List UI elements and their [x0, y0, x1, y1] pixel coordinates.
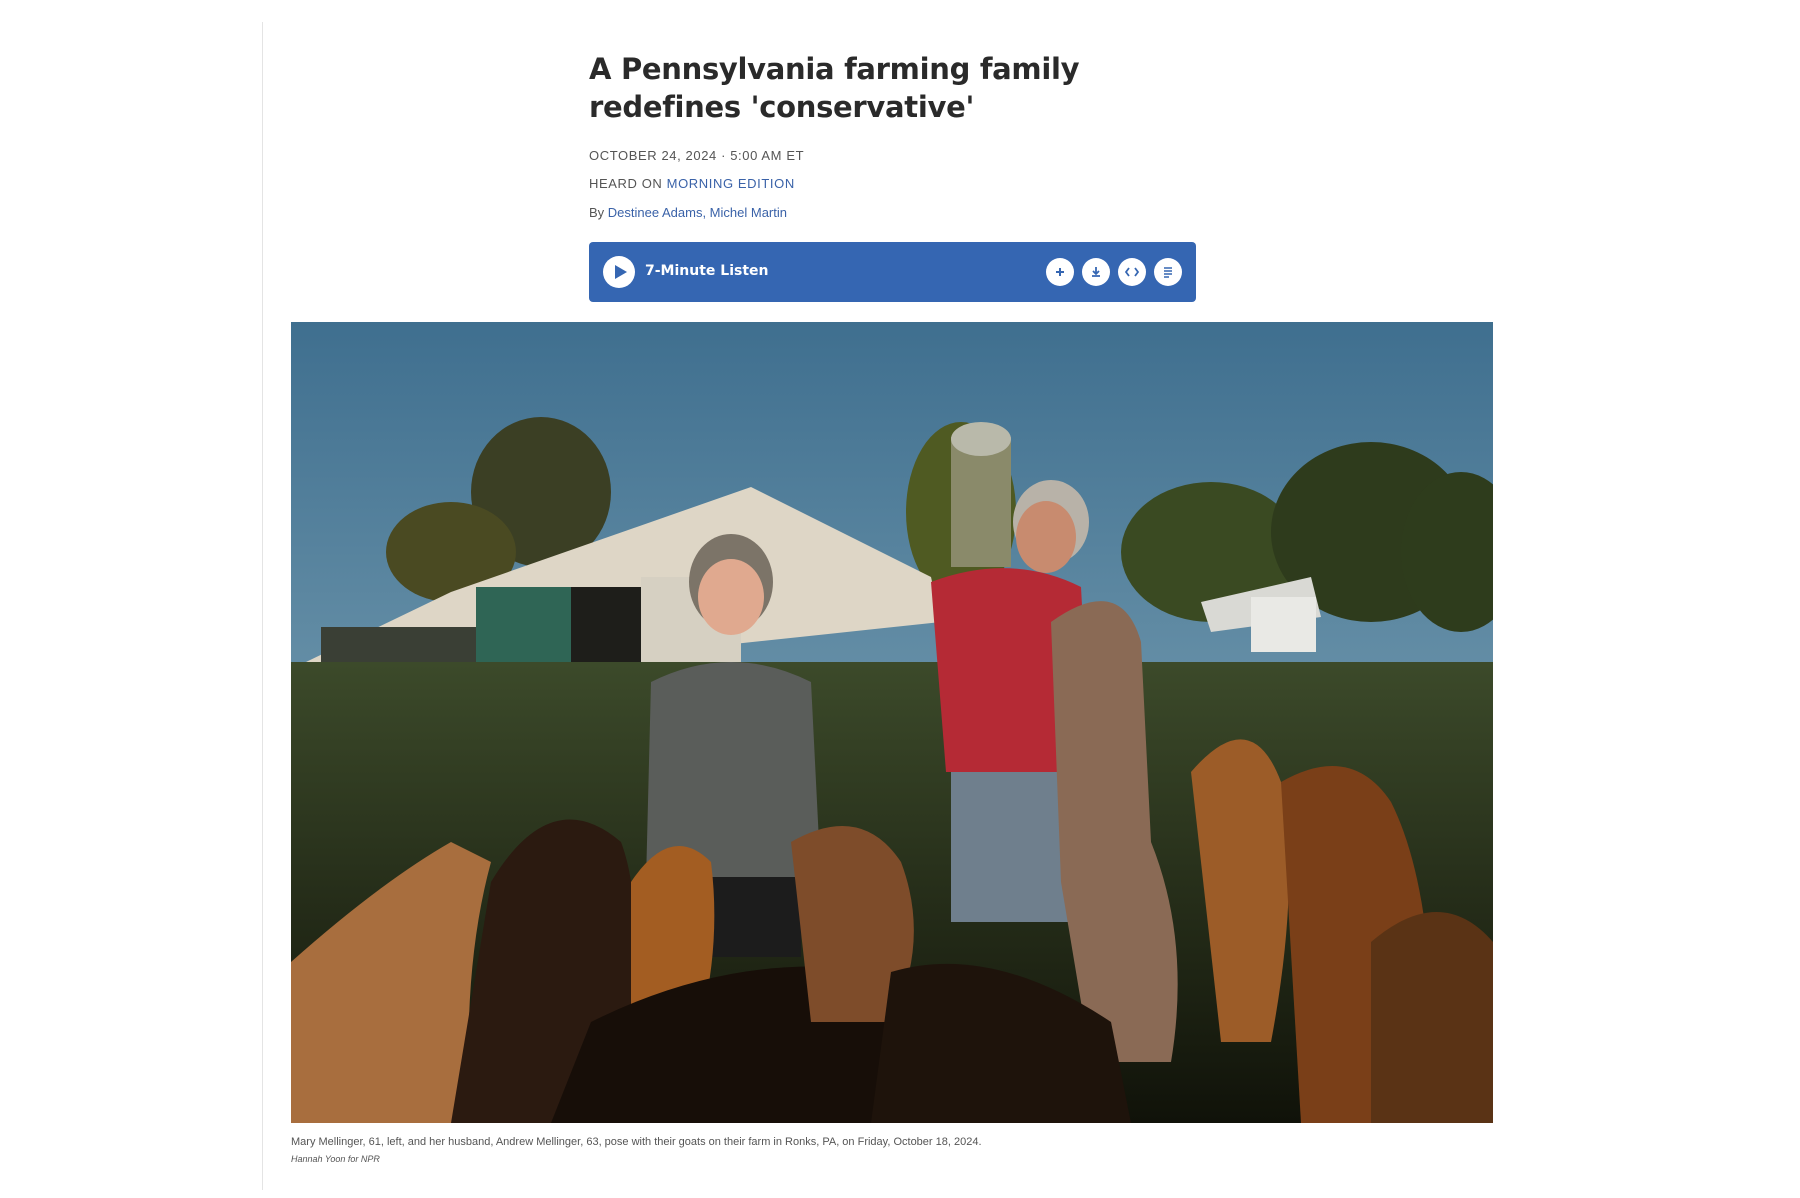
add-icon[interactable]: [1046, 258, 1074, 286]
listen-duration-label: 7-Minute Listen: [645, 263, 769, 279]
byline-label: By: [589, 205, 608, 220]
article-photo: [291, 322, 1493, 1123]
article-dateline: OCTOBER 24, 2024 · 5:00 AM ET: [589, 148, 805, 163]
heard-on-line: HEARD ON MORNING EDITION: [589, 176, 1209, 191]
program-link[interactable]: MORNING EDITION: [667, 176, 795, 191]
farm-photo-illustration: [291, 322, 1493, 1123]
article-page: A Pennsylvania farming family redefines …: [0, 0, 1800, 1198]
audio-player: 7-Minute Listen: [589, 242, 1196, 302]
play-icon[interactable]: [603, 256, 635, 288]
photo-caption: Mary Mellinger, 61, left, and her husban…: [291, 1136, 982, 1148]
article-header: A Pennsylvania farming family redefines …: [589, 50, 1209, 220]
left-divider: [262, 22, 263, 1190]
article-headline: A Pennsylvania farming family redefines …: [589, 52, 1080, 124]
photo-credit: Hannah Yoon for NPR: [291, 1154, 380, 1164]
embed-icon[interactable]: [1118, 258, 1146, 286]
heard-on-label: HEARD ON: [589, 176, 667, 191]
player-actions: [1046, 258, 1182, 286]
authors-link[interactable]: Destinee Adams, Michel Martin: [608, 205, 787, 220]
transcript-icon[interactable]: [1154, 258, 1182, 286]
byline: By Destinee Adams, Michel Martin: [589, 205, 1209, 220]
download-icon[interactable]: [1082, 258, 1110, 286]
